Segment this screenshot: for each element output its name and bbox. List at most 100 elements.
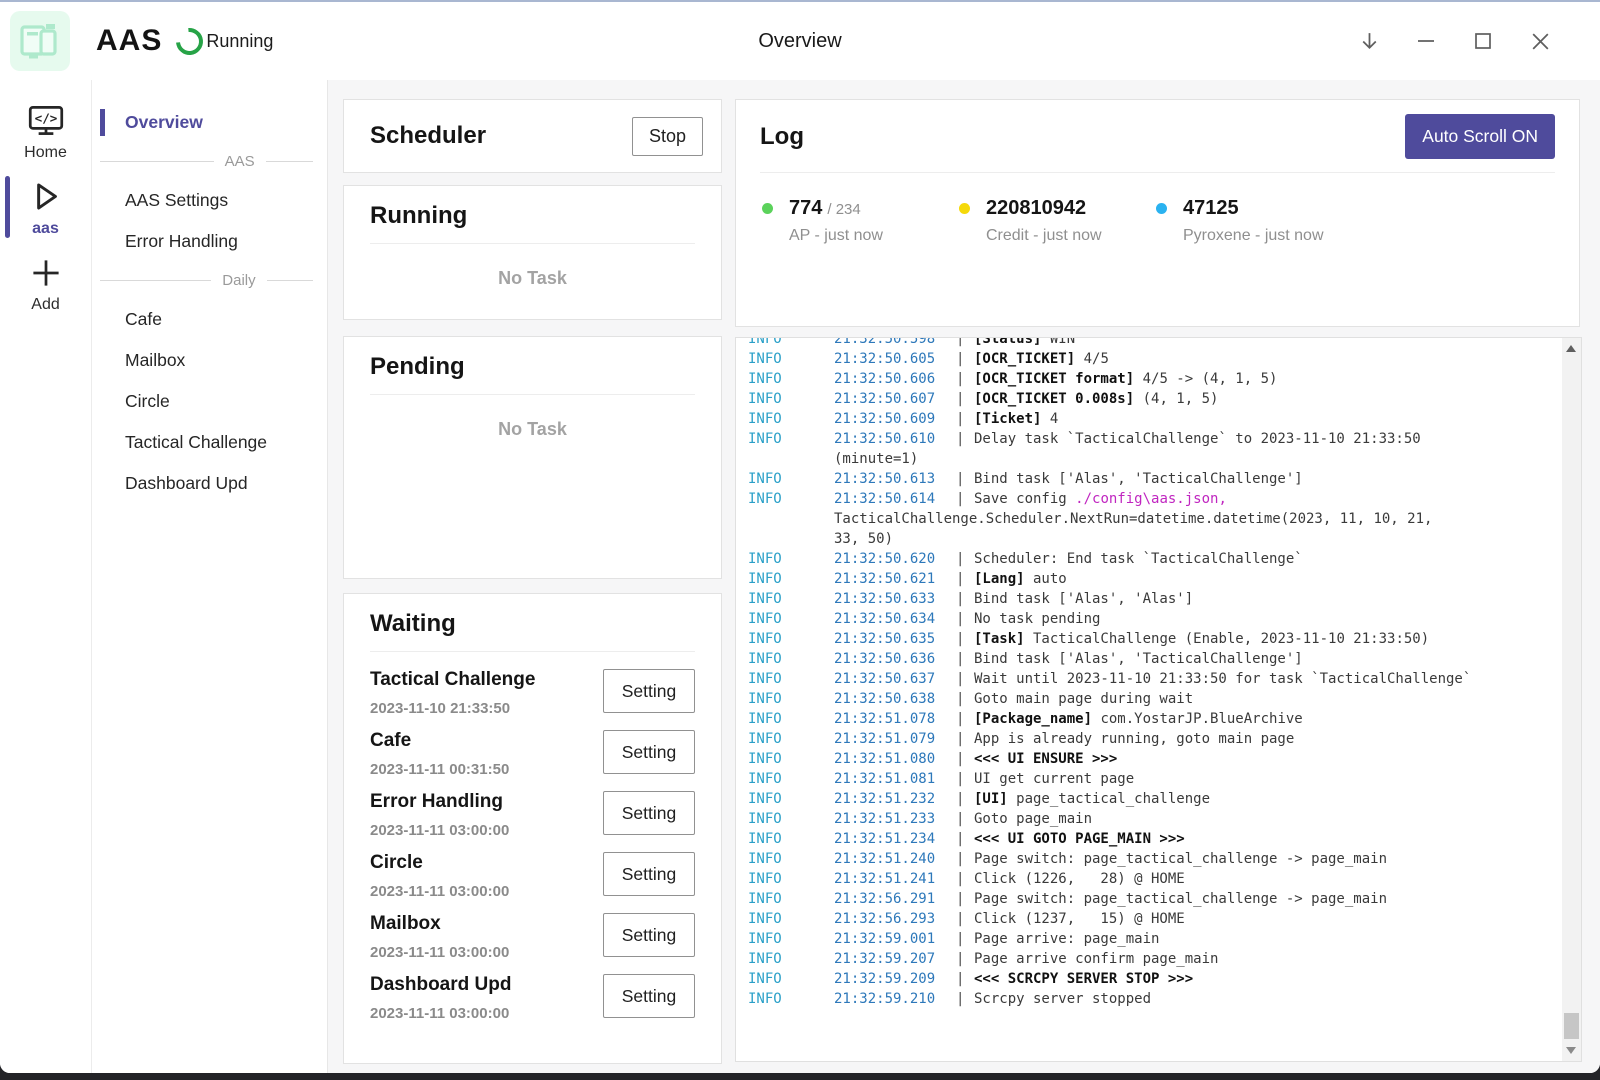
stat-dot-icon <box>762 203 773 214</box>
log-level: INFO <box>748 709 834 729</box>
log-timestamp: 21:32:51.232 <box>834 789 956 809</box>
log-separator: | <box>956 749 974 769</box>
log-line: INFO21:32:51.233|Goto page_main <box>748 809 1555 829</box>
play-icon <box>25 176 67 218</box>
log-message: [OCR_TICKET format] 4/5 -> (4, 1, 5) <box>974 369 1277 389</box>
log-message: Scheduler: End task `TacticalChallenge` <box>974 549 1303 569</box>
log-message: Bind task ['Alas', 'TacticalChallenge'] <box>974 469 1303 489</box>
nav-item-label: Mailbox <box>125 350 185 371</box>
stat-label: Credit - just now <box>986 227 1102 245</box>
nav-item-error-handling[interactable]: Error Handling <box>92 221 327 262</box>
log-timestamp: 21:32:50.620 <box>834 549 956 569</box>
log-message: Page switch: page_tactical_challenge -> … <box>974 889 1387 909</box>
log-level: INFO <box>748 649 834 669</box>
minimize-icon <box>1415 30 1437 52</box>
log-timestamp: 21:32:50.609 <box>834 409 956 429</box>
nav-item-dashboard-upd[interactable]: Dashboard Upd <box>92 463 327 504</box>
log-message: Wait until 2023-11-10 21:33:50 for task … <box>974 669 1471 689</box>
waiting-list: Tactical Challenge2023-11-10 21:33:50Set… <box>370 664 695 1030</box>
log-separator: | <box>956 849 974 869</box>
log-message: 33, 50) <box>834 529 893 549</box>
log-message: Save config ./config\aas.json, <box>974 489 1227 509</box>
log-message: Scrcpy server stopped <box>974 989 1151 1009</box>
log-level: INFO <box>748 889 834 909</box>
log-separator: | <box>956 909 974 929</box>
log-separator: | <box>956 769 974 789</box>
scheduler-card: Scheduler Stop <box>343 99 722 173</box>
log-level: INFO <box>748 929 834 949</box>
setting-button[interactable]: Setting <box>603 852 695 896</box>
setting-button[interactable]: Setting <box>603 669 695 713</box>
log-line: INFO21:32:50.634|No task pending <box>748 609 1555 629</box>
stop-button[interactable]: Stop <box>632 117 703 156</box>
log-separator: | <box>956 689 974 709</box>
rail-item-aas[interactable]: aas <box>0 176 91 238</box>
scroll-up-arrow-icon[interactable] <box>1566 345 1576 352</box>
log-message: [Ticket] 4 <box>974 409 1058 429</box>
setting-button[interactable]: Setting <box>603 730 695 774</box>
log-line: TacticalChallenge.Scheduler.NextRun=date… <box>748 509 1555 529</box>
log-line: INFO21:32:50.605|[OCR_TICKET] 4/5 <box>748 349 1555 369</box>
log-message: Page switch: page_tactical_challenge -> … <box>974 849 1387 869</box>
scrollbar-thumb[interactable] <box>1564 1013 1579 1039</box>
download-update-button[interactable] <box>1357 29 1381 53</box>
log-line: INFO21:32:50.606|[OCR_TICKET format] 4/5… <box>748 369 1555 389</box>
log-line: INFO21:32:50.621|[Lang] auto <box>748 569 1555 589</box>
log-line: INFO21:32:50.614|Save config ./config\aa… <box>748 489 1555 509</box>
log-timestamp: 21:32:50.634 <box>834 609 956 629</box>
log-message: [Package_name] com.YostarJP.BlueArchive <box>974 709 1303 729</box>
stat-value: 47125 <box>1183 197 1239 219</box>
code-monitor-icon: </> <box>25 100 67 142</box>
log-level: INFO <box>748 569 834 589</box>
active-nav-indicator <box>100 109 105 136</box>
log-level: INFO <box>748 389 834 409</box>
nav-item-overview[interactable]: Overview <box>92 102 327 143</box>
waiting-task-mailbox: Mailbox2023-11-11 03:00:00Setting <box>370 908 695 969</box>
divider-line <box>266 161 313 162</box>
divider-line <box>100 280 211 281</box>
nav-item-tactical-challenge[interactable]: Tactical Challenge <box>92 422 327 463</box>
divider <box>370 243 695 244</box>
log-title: Log <box>760 123 804 151</box>
divider <box>370 651 695 652</box>
nav-item-aas-settings[interactable]: AAS Settings <box>92 180 327 221</box>
log-timestamp: 21:32:50.598 <box>834 337 956 349</box>
log-message: Page arrive: page_main <box>974 929 1159 949</box>
log-timestamp: 21:32:50.606 <box>834 369 956 389</box>
log-line: INFO21:32:59.210|Scrcpy server stopped <box>748 989 1555 1009</box>
running-empty-text: No Task <box>370 268 695 289</box>
log-timestamp: 21:32:50.605 <box>834 349 956 369</box>
rail-item-add[interactable]: Add <box>0 252 91 314</box>
log-line: INFO21:32:50.633|Bind task ['Alas', 'Ala… <box>748 589 1555 609</box>
auto-scroll-toggle[interactable]: Auto Scroll ON <box>1405 114 1555 159</box>
stat-pyroxene: 47125Pyroxene - just now <box>1156 197 1324 245</box>
setting-button[interactable]: Setting <box>603 913 695 957</box>
setting-button[interactable]: Setting <box>603 974 695 1018</box>
devices-logo-icon <box>18 19 62 63</box>
minimize-button[interactable] <box>1414 29 1438 53</box>
log-timestamp: 21:32:50.635 <box>834 629 956 649</box>
nav-item-cafe[interactable]: Cafe <box>92 299 327 340</box>
log-output[interactable]: INFO21:32:50.598|[Status] WININFO21:32:5… <box>735 337 1582 1062</box>
log-timestamp: 21:32:56.293 <box>834 909 956 929</box>
log-line: INFO21:32:51.079|App is already running,… <box>748 729 1555 749</box>
maximize-button[interactable] <box>1471 29 1495 53</box>
rail-item-home[interactable]: </> Home <box>0 100 91 162</box>
log-message: UI get current page <box>974 769 1134 789</box>
nav-item-mailbox[interactable]: Mailbox <box>92 340 327 381</box>
log-separator: | <box>956 369 974 389</box>
log-scrollbar[interactable] <box>1562 338 1581 1061</box>
log-level: INFO <box>748 909 834 929</box>
active-rail-indicator <box>5 176 10 238</box>
log-separator: | <box>956 609 974 629</box>
nav-item-circle[interactable]: Circle <box>92 381 327 422</box>
log-level: INFO <box>748 489 834 509</box>
setting-button[interactable]: Setting <box>603 791 695 835</box>
close-button[interactable] <box>1528 29 1552 53</box>
scheduler-title: Scheduler <box>370 122 486 150</box>
pending-card: Pending No Task <box>343 336 722 579</box>
waiting-card: Waiting Tactical Challenge2023-11-10 21:… <box>343 593 722 1064</box>
scroll-down-arrow-icon[interactable] <box>1566 1047 1576 1054</box>
log-timestamp: 21:32:50.636 <box>834 649 956 669</box>
nav-panel: OverviewAASAAS SettingsError HandlingDai… <box>92 80 328 1073</box>
